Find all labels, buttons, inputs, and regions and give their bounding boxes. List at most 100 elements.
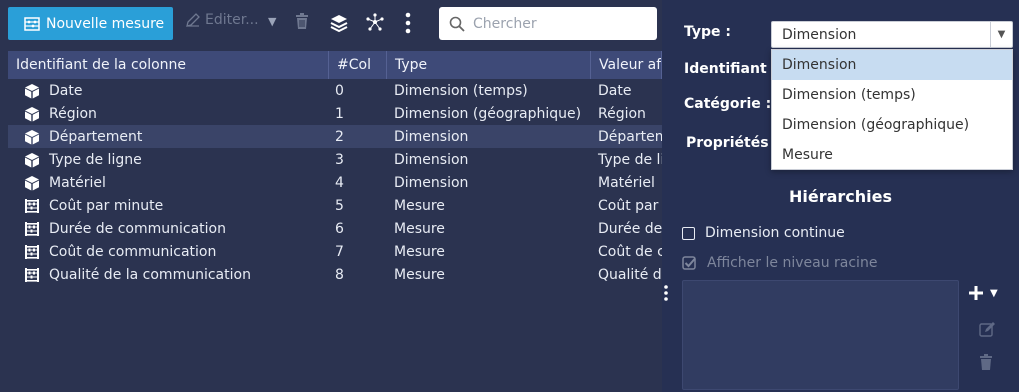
hierarchies-list[interactable] — [682, 280, 959, 390]
plus-icon — [969, 286, 983, 300]
cell-type: Dimension — [394, 151, 469, 168]
cell-display-value: Région — [598, 105, 646, 122]
edit-button[interactable]: Editer... — [185, 12, 259, 28]
hierarchies-title: Hiérarchies — [788, 187, 893, 206]
new-measure-button[interactable]: Nouvelle mesure — [8, 7, 173, 40]
network-icon[interactable] — [366, 13, 384, 35]
identifier-label: Identifiant : — [684, 61, 778, 77]
cell-col-number: 0 — [335, 82, 344, 99]
cell-col-number: 7 — [335, 243, 344, 260]
cube-icon — [24, 152, 40, 168]
table-row[interactable]: Durée de communication 6 Mesure Durée de co… — [8, 217, 662, 240]
table-row[interactable]: Type de ligne 3 Dimension Type de ligne — [8, 148, 662, 171]
cell-col-number: 8 — [335, 266, 344, 283]
cell-type: Dimension — [394, 128, 469, 145]
cell-display-value: Durée de communication — [598, 220, 662, 237]
abacus-icon — [24, 267, 40, 283]
continuous-dimension-checkbox[interactable] — [682, 226, 695, 240]
table-row[interactable]: Date 0 Dimension (temps) Date — [8, 79, 662, 102]
cell-col-number: 1 — [335, 105, 344, 122]
edit-label: Editer... — [205, 12, 259, 28]
cube-icon — [24, 129, 40, 145]
caret-down-icon[interactable]: ▼ — [990, 22, 1012, 47]
cell-identifier: Région — [8, 106, 329, 122]
cell-identifier: Département — [8, 129, 329, 145]
cube-icon — [24, 175, 40, 191]
trash-icon[interactable] — [295, 13, 309, 34]
row-name: Qualité de la communication — [49, 266, 251, 283]
table-row[interactable]: Département 2 Dimension Département — [8, 125, 662, 148]
table-row[interactable]: Coût de communication 7 Mesure Coût de comm… — [8, 240, 662, 263]
cell-type: Mesure — [394, 266, 445, 283]
more-vertical-icon[interactable] — [404, 12, 412, 38]
properties-label: Propriétés : — [686, 135, 779, 151]
type-dropdown: Dimension Dimension (temps) Dimension (g… — [771, 49, 1013, 170]
cell-col-number: 3 — [335, 151, 344, 168]
header-type[interactable]: Type — [387, 51, 591, 79]
cell-type: Mesure — [394, 220, 445, 237]
type-option-measure[interactable]: Mesure — [772, 140, 1012, 170]
show-root-level-label: Afficher le niveau racine — [707, 255, 878, 271]
abacus-icon — [24, 244, 40, 260]
continuous-dimension-row[interactable]: Dimension continue — [682, 225, 845, 241]
table-row[interactable]: Région 1 Dimension (géographique) Région — [8, 102, 662, 125]
type-option-dimension-geo[interactable]: Dimension (géographique) — [772, 110, 1012, 140]
columns-table: Identifiant de la colonne #Col Type Vale… — [8, 51, 662, 392]
add-hierarchy-button[interactable]: ▼ — [968, 285, 998, 301]
row-name: Matériel — [49, 174, 106, 191]
abacus-icon — [24, 221, 40, 237]
cell-identifier: Qualité de la communication — [8, 267, 329, 283]
cell-identifier: Matériel — [8, 175, 329, 191]
search-box[interactable] — [439, 7, 657, 40]
cell-type: Mesure — [394, 197, 445, 214]
edit-dropdown-caret-icon[interactable]: ▼ — [268, 15, 276, 28]
cell-display-value: Coût de communication — [598, 243, 662, 260]
show-root-level-row: Afficher le niveau racine — [682, 255, 877, 271]
header-display-value[interactable]: Valeur affichée — [591, 51, 662, 79]
cell-col-number: 5 — [335, 197, 344, 214]
row-name: Durée de communication — [49, 220, 226, 237]
cell-type: Mesure — [394, 243, 445, 260]
layers-icon[interactable] — [329, 13, 349, 37]
cell-identifier: Coût de communication — [8, 244, 329, 260]
checked-checkbox-icon — [682, 255, 696, 270]
cell-identifier: Type de ligne — [8, 152, 329, 168]
row-name: Coût de communication — [49, 243, 217, 260]
delete-hierarchy-icon[interactable] — [979, 354, 993, 375]
table-row[interactable]: Qualité de la communication 8 Mesure Qualit… — [8, 263, 662, 286]
header-identifier[interactable]: Identifiant de la colonne — [8, 51, 329, 79]
cell-display-value: Type de ligne — [598, 151, 662, 168]
table-body: Date 0 Dimension (temps) Date Région 1 Dimensi… — [8, 79, 662, 286]
type-option-dimension[interactable]: Dimension — [772, 50, 1012, 80]
cell-type: Dimension — [394, 174, 469, 191]
table-row[interactable]: Matériel 4 Dimension Matériel — [8, 171, 662, 194]
type-label: Type : — [684, 24, 732, 40]
row-name: Département — [49, 128, 143, 145]
add-dropdown-caret-icon[interactable]: ▼ — [990, 288, 998, 299]
category-label: Catégorie : — [684, 96, 772, 112]
search-input[interactable] — [473, 15, 643, 32]
cell-identifier: Coût par minute — [8, 198, 329, 214]
row-name: Région — [49, 105, 97, 122]
search-icon — [449, 16, 465, 32]
cell-col-number: 6 — [335, 220, 344, 237]
cube-icon — [24, 106, 40, 122]
resize-handle-icon[interactable] — [663, 284, 669, 306]
row-name: Type de ligne — [49, 151, 142, 168]
row-name: Coût par minute — [49, 197, 164, 214]
properties-panel: Type : Dimension ▼ Dimension Dimension (… — [662, 0, 1019, 392]
toolbar: Nouvelle mesure Editer... ▼ — [0, 0, 662, 48]
cell-display-value: Qualité de la communication — [598, 266, 662, 283]
type-option-dimension-time[interactable]: Dimension (temps) — [772, 80, 1012, 110]
cell-col-number: 2 — [335, 128, 344, 145]
abacus-icon — [24, 16, 40, 31]
type-select-value: Dimension — [782, 26, 857, 43]
edit-hierarchy-icon[interactable] — [979, 321, 996, 342]
table-row[interactable]: Coût par minute 5 Mesure Coût par minute — [8, 194, 662, 217]
cell-identifier: Date — [8, 83, 329, 99]
header-col-number[interactable]: #Col — [329, 51, 387, 79]
cell-display-value: Coût par minute — [598, 197, 662, 214]
cell-type: Dimension (temps) — [394, 82, 528, 99]
type-select[interactable]: Dimension ▼ — [771, 21, 1013, 48]
cell-col-number: 4 — [335, 174, 344, 191]
